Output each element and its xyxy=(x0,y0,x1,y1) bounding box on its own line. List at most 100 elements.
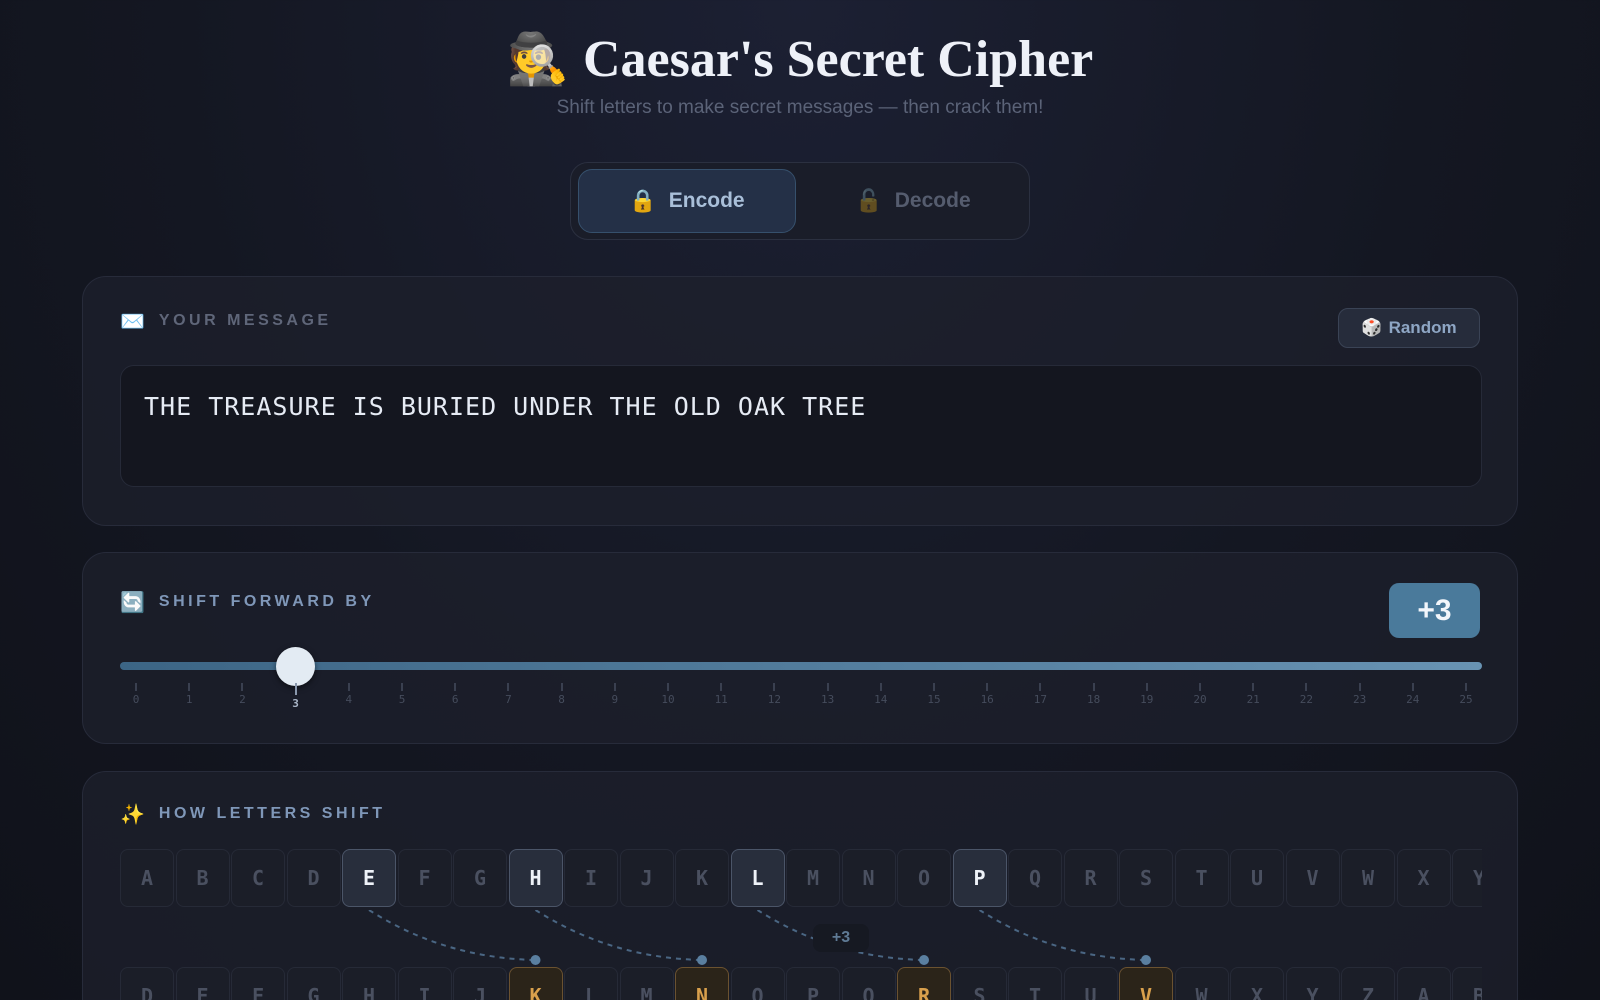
shift-tick-16: 16 xyxy=(972,683,1002,706)
shift-chip: +3 xyxy=(813,924,869,952)
shift-arrow-dot xyxy=(697,955,707,965)
tick-number: 11 xyxy=(714,693,728,706)
tick-number: 18 xyxy=(1086,693,1101,706)
cipher-letter-D: D xyxy=(120,967,174,1000)
shift-arrow-path xyxy=(534,910,703,961)
plain-letter-U: U xyxy=(1230,849,1284,907)
message-input[interactable]: THE TREASURE IS BURIED UNDER THE OLD OAK… xyxy=(120,365,1482,487)
cipher-letter-Z: Z xyxy=(1341,967,1395,1000)
encode-label: Encode xyxy=(668,189,745,212)
tick-mark xyxy=(667,683,669,691)
shift-tick-10: 10 xyxy=(653,683,683,706)
plain-letter-A: A xyxy=(120,849,174,907)
tick-number: 17 xyxy=(1033,693,1048,706)
message-label: ✉️ YOUR MESSAGE xyxy=(120,309,332,333)
tick-number: 20 xyxy=(1193,693,1207,706)
random-label: Random xyxy=(1388,318,1457,337)
shift-tick-5: 5 xyxy=(387,683,417,706)
decode-label: Decode xyxy=(894,189,971,212)
cipher-letter-O: O xyxy=(730,967,785,1000)
tick-mark xyxy=(986,683,989,691)
plain-letter-O: O xyxy=(897,849,951,907)
tick-mark xyxy=(826,683,829,691)
tick-number: 16 xyxy=(980,693,994,706)
plain-letter-N: N xyxy=(841,849,896,907)
tick-mark xyxy=(1199,683,1201,691)
cipher-alphabet-row: DEFGHIJKLMNOPQRSTUVWXYZABC xyxy=(120,967,1482,1000)
tick-number: 13 xyxy=(820,693,835,706)
tick-mark xyxy=(560,683,563,691)
shift-tick-18: 18 xyxy=(1079,683,1109,706)
tick-mark xyxy=(454,683,457,691)
plain-alphabet-row: ABCDEFGHIJKLMNOPQRSTUVWXYZ xyxy=(120,849,1482,909)
tick-mark xyxy=(1411,683,1414,691)
shift-arrow-path xyxy=(978,910,1147,961)
decode-button[interactable]: 🔓 Decode xyxy=(804,169,1022,233)
shift-tick-19: 19 xyxy=(1132,683,1162,706)
cipher-letter-B: B xyxy=(1452,967,1482,1000)
cipher-letter-K: K xyxy=(508,967,563,1000)
plain-letter-P: P xyxy=(952,849,1007,907)
plain-letter-X: X xyxy=(1396,849,1451,907)
plain-letter-K: K xyxy=(675,849,729,907)
shift-tick-24: 24 xyxy=(1398,683,1428,706)
tick-mark xyxy=(773,683,776,691)
plain-letter-H: H xyxy=(508,849,563,907)
cipher-letter-I: I xyxy=(397,967,452,1000)
tick-number: 4 xyxy=(345,693,353,706)
letters-label-text: HOW LETTERS SHIFT xyxy=(158,805,386,822)
tick-number: 1 xyxy=(185,693,193,706)
shift-tick-20: 20 xyxy=(1185,683,1215,706)
cipher-letter-F: F xyxy=(231,967,285,1000)
tick-number: 24 xyxy=(1406,693,1420,706)
cipher-letter-N: N xyxy=(675,967,729,1000)
random-button[interactable]: 🎲 Random xyxy=(1338,308,1480,348)
shift-tick-6: 6 xyxy=(440,683,470,706)
shift-label-text: SHIFT FORWARD BY xyxy=(158,593,375,610)
shift-slider-thumb[interactable] xyxy=(276,647,316,686)
shift-arrow-dot xyxy=(1141,955,1151,965)
shift-label: 🔄 SHIFT FORWARD BY xyxy=(120,590,375,614)
cipher-letter-E: E xyxy=(175,967,230,1000)
shift-tick-1: 1 xyxy=(174,683,204,706)
shift-tick-0: 0 xyxy=(121,683,151,706)
plain-letter-R: R xyxy=(1063,849,1118,907)
plain-letter-W: W xyxy=(1341,849,1395,907)
cipher-letter-R: R xyxy=(897,967,951,1000)
shift-tick-12: 12 xyxy=(759,683,789,706)
tick-mark xyxy=(1252,683,1255,691)
tick-number: 14 xyxy=(874,693,888,706)
cipher-letter-W: W xyxy=(1174,967,1229,1000)
letters-card: ✨ HOW LETTERS SHIFT ABCDEFGHIJKLMNOPQRST… xyxy=(82,771,1518,1000)
envelope-icon: ✉️ xyxy=(120,309,145,333)
cipher-letter-P: P xyxy=(786,967,840,1000)
shift-tick-7: 7 xyxy=(493,683,523,706)
tick-number: 6 xyxy=(451,693,459,706)
shift-tick-9: 9 xyxy=(600,683,630,706)
shift-tick-3: 3 xyxy=(281,683,311,710)
tick-number: 8 xyxy=(558,693,565,706)
header: 🕵️ Caesar's Secret Cipher Shift letters … xyxy=(0,30,1600,119)
tick-number: 15 xyxy=(927,693,941,706)
tick-mark xyxy=(188,683,191,691)
shift-tick-23: 23 xyxy=(1345,683,1375,706)
cipher-letter-A: A xyxy=(1396,967,1451,1000)
tick-mark xyxy=(1305,683,1308,691)
tick-mark xyxy=(347,683,350,691)
tick-number: 19 xyxy=(1140,693,1154,706)
shift-tick-11: 11 xyxy=(706,683,736,706)
plain-letter-T: T xyxy=(1174,849,1229,907)
cipher-letter-J: J xyxy=(453,967,507,1000)
plain-letter-F: F xyxy=(397,849,452,907)
shift-tick-2: 2 xyxy=(227,683,257,706)
encode-button[interactable]: 🔒 Encode xyxy=(578,169,796,233)
tick-mark xyxy=(1358,683,1361,691)
tick-number: 25 xyxy=(1459,693,1473,706)
shift-tick-13: 13 xyxy=(813,683,843,706)
tick-number: 7 xyxy=(505,693,512,706)
shift-slider-track[interactable] xyxy=(120,662,1482,670)
shift-tick-8: 8 xyxy=(547,683,577,706)
tick-mark xyxy=(241,683,244,691)
cipher-letter-M: M xyxy=(619,967,674,1000)
tick-mark xyxy=(879,683,882,691)
